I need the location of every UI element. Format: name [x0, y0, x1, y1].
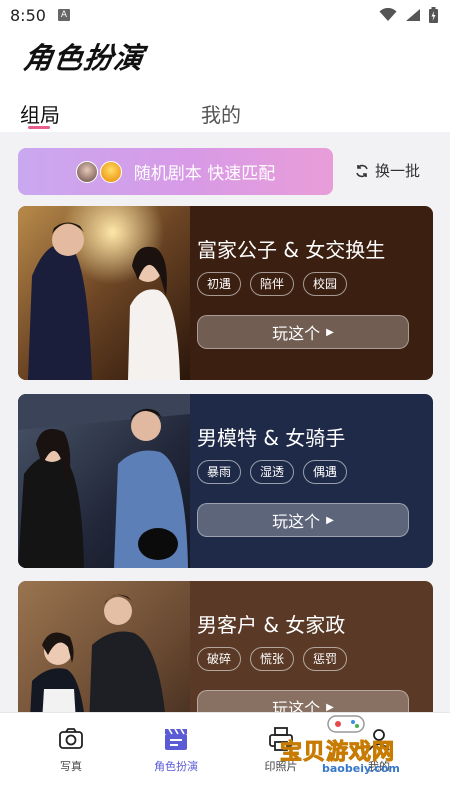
avatar [99, 160, 122, 183]
story-card[interactable]: 富家公子 & 女交换生 初遇 陪伴 校园 玩这个 ▶ [18, 206, 433, 380]
play-button[interactable]: 玩这个 ▶ [197, 503, 409, 537]
tab-mine[interactable]: 我的 [201, 99, 241, 128]
play-arrow-icon: ▶ [326, 514, 334, 526]
battery-icon [429, 7, 438, 23]
refresh-label: 换一批 [375, 162, 421, 180]
card-cover-image [18, 206, 190, 380]
play-label: 玩这个 [272, 324, 321, 343]
card-cover-image [18, 394, 190, 568]
tag-list: 初遇 陪伴 校园 [197, 272, 348, 296]
gamepad-icon [327, 715, 365, 733]
tab-team[interactable]: 组局 [20, 99, 60, 128]
status-bar: 8:50 A [0, 0, 450, 30]
tag: 暴雨 [197, 460, 242, 484]
tag: 偶遇 [303, 460, 348, 484]
tag: 陪伴 [250, 272, 295, 296]
card-title: 男模特 & 女骑手 [197, 426, 346, 450]
tag-list: 暴雨 湿透 偶遇 [197, 460, 348, 484]
signal-icon [406, 9, 420, 21]
tag: 慌张 [250, 647, 295, 671]
notification-icon: A [57, 9, 70, 21]
tag: 惩罚 [303, 647, 348, 671]
page-header: 角色扮演 组局 我的 [0, 30, 450, 132]
random-match-button[interactable]: 随机剧本 快速匹配 [18, 148, 333, 195]
camera-icon [59, 728, 83, 749]
card-title: 男客户 & 女家政 [197, 613, 346, 637]
nav-label: 写真 [60, 760, 82, 773]
status-time: 8:50 [10, 5, 46, 25]
play-arrow-icon: ▶ [326, 326, 334, 338]
nav-label: 角色扮演 [154, 760, 198, 773]
random-match-label: 随机剧本 快速匹配 [133, 164, 276, 184]
refresh-icon [356, 164, 368, 177]
tag: 破碎 [197, 647, 242, 671]
card-title: 富家公子 & 女交换生 [197, 238, 386, 262]
tag: 初遇 [197, 272, 242, 296]
nav-item-photo[interactable]: 写真 [36, 725, 106, 774]
app-title: 角色扮演 [21, 41, 147, 75]
clapperboard-icon [165, 728, 187, 750]
play-arrow-icon: ▶ [326, 701, 334, 713]
card-body: 男模特 & 女骑手 暴雨 湿透 偶遇 玩这个 ▶ [190, 394, 433, 568]
tag: 校园 [303, 272, 348, 296]
active-tab-indicator [28, 126, 50, 129]
watermark: 宝贝游戏网 baobeiy.com [278, 712, 428, 782]
tag: 湿透 [250, 460, 295, 484]
refresh-button[interactable]: 换一批 [355, 160, 420, 181]
wifi-icon [379, 8, 397, 21]
status-icons [379, 7, 438, 23]
play-button[interactable]: 玩这个 ▶ [197, 315, 409, 349]
story-card[interactable]: 男模特 & 女骑手 暴雨 湿透 偶遇 玩这个 ▶ [18, 394, 433, 568]
card-body: 富家公子 & 女交换生 初遇 陪伴 校园 玩这个 ▶ [190, 206, 433, 380]
play-label: 玩这个 [272, 512, 321, 531]
watermark-url: baobeiy.com [322, 762, 400, 775]
tag-list: 破碎 慌张 惩罚 [197, 647, 348, 671]
nav-item-roleplay[interactable]: 角色扮演 [141, 725, 211, 774]
avatar [75, 160, 98, 183]
